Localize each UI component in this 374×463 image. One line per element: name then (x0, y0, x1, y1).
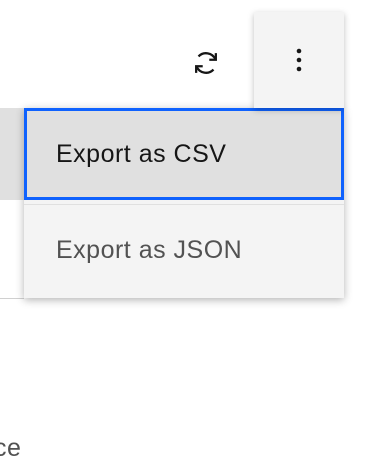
menu-item-label: Export as CSV (56, 139, 227, 168)
menu-item-export-csv[interactable]: Export as CSV (24, 108, 344, 200)
table-header-fragment (0, 108, 24, 269)
refresh-button[interactable] (183, 40, 229, 86)
overflow-menu-vertical-icon (296, 48, 302, 72)
overflow-menu: Export as CSV Export as JSON (24, 108, 344, 298)
overflow-menu-button[interactable] (254, 12, 344, 108)
refresh-icon (195, 52, 217, 74)
table-row-fragment: ce (0, 200, 24, 462)
menu-item-export-json[interactable]: Export as JSON (24, 204, 344, 296)
table-row-text-fragment: ce (0, 434, 22, 462)
menu-item-label: Export as JSON (56, 236, 243, 264)
